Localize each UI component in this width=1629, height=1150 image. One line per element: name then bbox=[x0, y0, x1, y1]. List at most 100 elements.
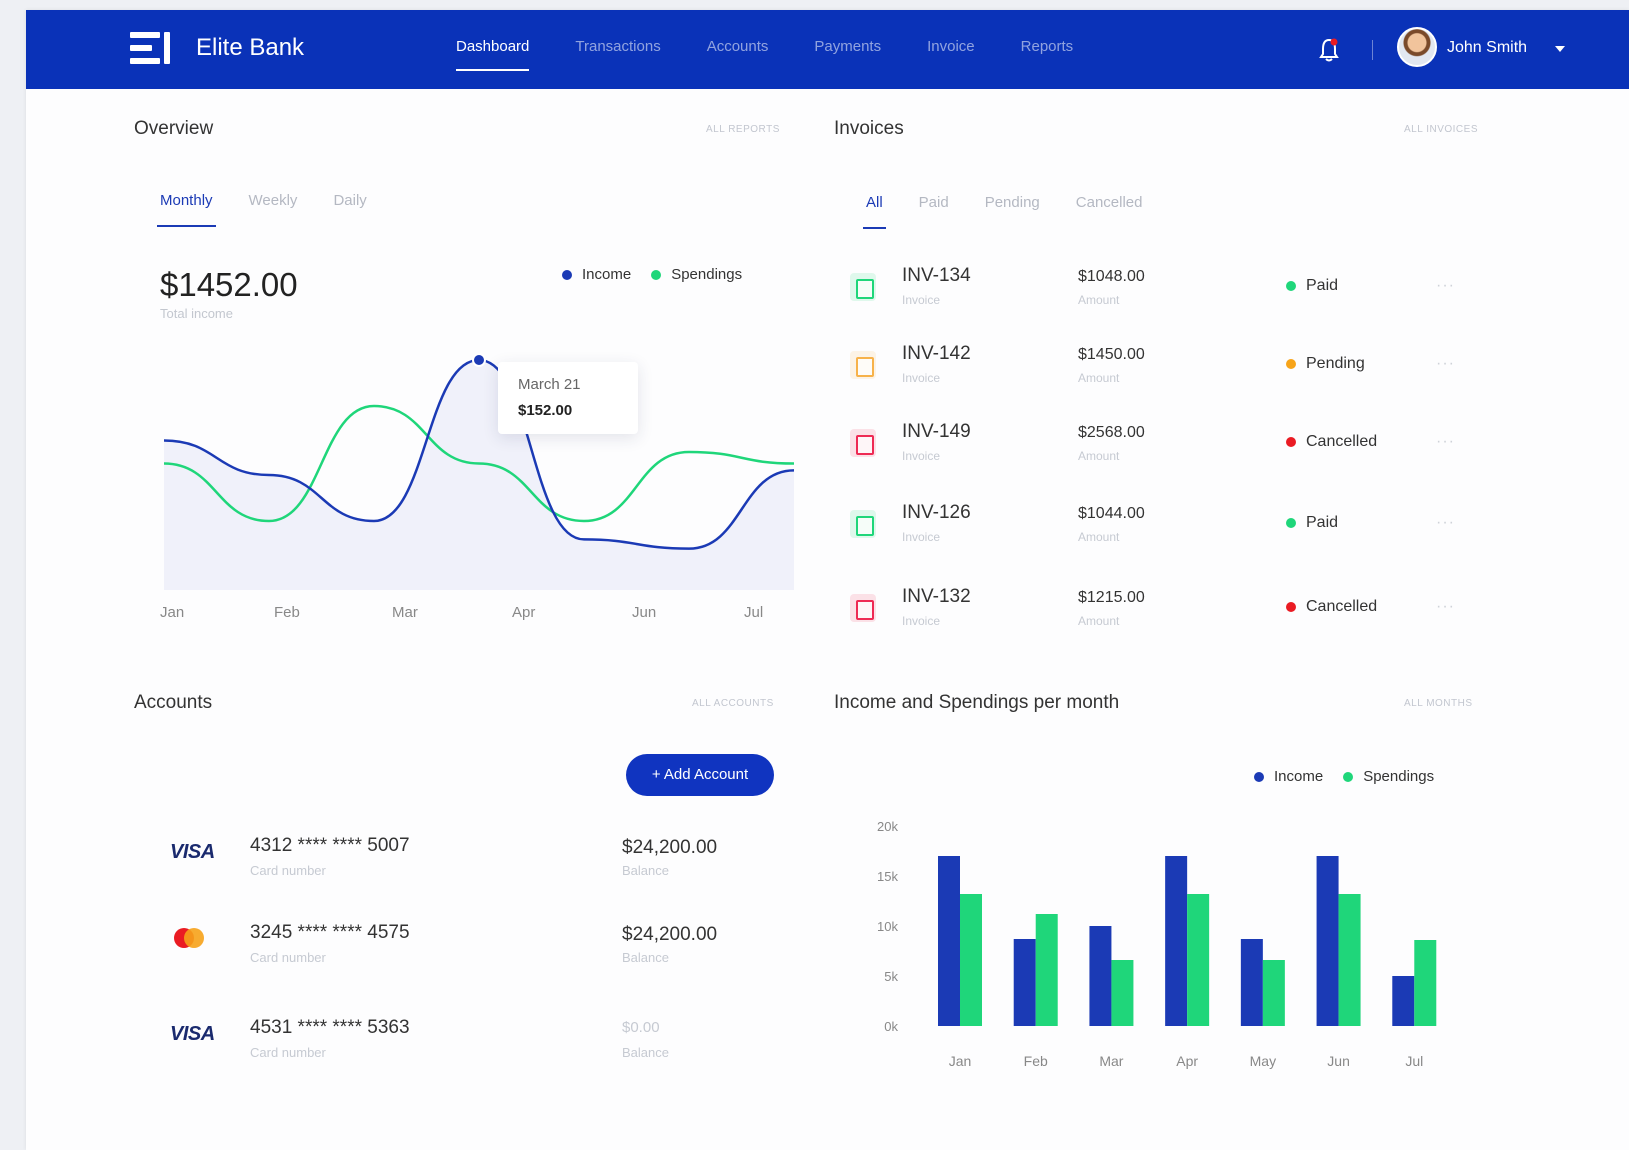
bar-income-feb[interactable] bbox=[1013, 939, 1036, 1026]
invoice-id: INV-142 bbox=[902, 343, 971, 364]
more-icon[interactable]: ··· bbox=[1436, 355, 1455, 373]
invoice-id-label: Invoice bbox=[902, 449, 941, 463]
invoice-id: INV-134 bbox=[902, 265, 971, 286]
overview-title: Overview bbox=[134, 118, 214, 139]
total-income-value: $1452.00 bbox=[160, 266, 298, 303]
y-tick-label: 15k bbox=[877, 869, 898, 884]
invoice-row[interactable]: INV-132 Invoice $1215.00 Amount Cancelled ··· bbox=[836, 586, 1516, 656]
invoice-row[interactable]: INV-126 Invoice $1044.00 Amount Paid ··· bbox=[836, 502, 1516, 572]
invoice-row[interactable]: INV-134 Invoice $1048.00 Amount Paid ··· bbox=[836, 265, 1516, 335]
bar-spendings-jun[interactable] bbox=[1338, 894, 1361, 1026]
invoice-status: Cancelled bbox=[1286, 433, 1377, 451]
x-tick-label: Jan bbox=[949, 1053, 972, 1069]
bar-income-mar[interactable] bbox=[1089, 926, 1112, 1026]
status-label: Cancelled bbox=[1306, 433, 1378, 450]
brand-name[interactable]: Elite Bank bbox=[196, 34, 304, 62]
bar-income-may[interactable] bbox=[1240, 939, 1263, 1026]
logo-icon[interactable] bbox=[130, 30, 176, 66]
status-dot bbox=[1286, 281, 1296, 291]
legend-income-dot bbox=[562, 269, 572, 280]
invoice-row[interactable]: INV-149 Invoice $2568.00 Amount Cancelled ··· bbox=[836, 421, 1516, 491]
invoice-status: Pending bbox=[1286, 355, 1365, 373]
overview-tabs: Monthly Weekly Daily bbox=[157, 192, 403, 227]
tab-pending[interactable]: Pending bbox=[985, 194, 1040, 229]
invoice-id-label: Invoice bbox=[902, 614, 941, 628]
overview-legend: Income Spendings bbox=[562, 266, 762, 283]
x-label-jan: Jan bbox=[160, 604, 185, 621]
bar-income-jun[interactable] bbox=[1316, 856, 1339, 1026]
nav-invoice[interactable]: Invoice bbox=[927, 10, 975, 89]
tooltip-value: $152.00 bbox=[518, 402, 573, 419]
bar-legend-income-dot bbox=[1254, 771, 1264, 782]
nav-payments[interactable]: Payments bbox=[814, 10, 881, 89]
legend-spendings: Spendings bbox=[651, 266, 742, 283]
tab-daily[interactable]: Daily bbox=[333, 192, 366, 227]
all-invoices-link[interactable]: ALL INVOICES bbox=[1404, 124, 1478, 135]
status-label: Cancelled bbox=[1306, 598, 1378, 615]
more-icon[interactable]: ··· bbox=[1436, 277, 1455, 295]
card-number: 4312 **** **** 5007 bbox=[250, 835, 410, 856]
tab-all[interactable]: All bbox=[863, 194, 886, 229]
invoice-file-icon bbox=[850, 510, 876, 538]
invoice-amount: $1450.00 bbox=[1078, 346, 1145, 363]
x-label-feb: Feb bbox=[274, 604, 300, 621]
bar-income-apr[interactable] bbox=[1165, 856, 1188, 1026]
income-spendings-bar-chart: 20k 15k 10k 5k 0k Jan Feb Mar Apr May Jun Jul bbox=[877, 819, 1437, 1069]
bar-spendings-mar[interactable] bbox=[1111, 960, 1134, 1026]
tab-cancelled[interactable]: Cancelled bbox=[1076, 194, 1143, 229]
more-icon[interactable]: ··· bbox=[1436, 514, 1455, 532]
all-accounts-link[interactable]: ALL ACCOUNTS bbox=[692, 698, 774, 709]
visa-icon: VISA bbox=[170, 1023, 215, 1045]
navbar-divider bbox=[1372, 40, 1373, 60]
invoice-id-label: Invoice bbox=[902, 293, 941, 307]
nav-dashboard[interactable]: Dashboard bbox=[456, 10, 530, 89]
bar-legend: Income Spendings bbox=[1254, 768, 1454, 785]
nav-reports[interactable]: Reports bbox=[1021, 10, 1074, 89]
bar-spendings-may[interactable] bbox=[1262, 960, 1285, 1026]
account-row[interactable]: VISA 4312 **** **** 5007 Card number $24… bbox=[140, 835, 780, 895]
bar-legend-income: Income bbox=[1254, 768, 1323, 785]
bar-spendings-jan[interactable] bbox=[960, 894, 982, 1026]
account-row[interactable]: VISA 4531 **** **** 5363 Card number $0.… bbox=[140, 1017, 780, 1077]
more-icon[interactable]: ··· bbox=[1436, 433, 1455, 451]
bar-income-jul[interactable] bbox=[1392, 976, 1415, 1026]
bell-icon[interactable] bbox=[1318, 37, 1340, 63]
invoice-amount: $2568.00 bbox=[1078, 424, 1145, 441]
invoice-id: INV-149 bbox=[902, 421, 971, 442]
bar-spendings-apr[interactable] bbox=[1187, 894, 1210, 1026]
all-reports-link[interactable]: ALL REPORTS bbox=[706, 124, 780, 135]
status-dot bbox=[1286, 602, 1296, 612]
bar-legend-spendings: Spendings bbox=[1343, 768, 1434, 785]
invoice-file-icon bbox=[850, 351, 876, 379]
nav-transactions[interactable]: Transactions bbox=[575, 10, 660, 89]
invoice-amount-label: Amount bbox=[1078, 293, 1120, 307]
more-icon[interactable]: ··· bbox=[1436, 598, 1455, 616]
y-tick-label: 5k bbox=[884, 969, 898, 984]
avatar[interactable] bbox=[1397, 27, 1437, 67]
invoice-amount-label: Amount bbox=[1078, 614, 1120, 628]
x-tick-label: Apr bbox=[1176, 1053, 1198, 1069]
account-row[interactable]: 3245 **** **** 4575 Card number $24,200.… bbox=[140, 922, 780, 982]
status-dot bbox=[1286, 518, 1296, 528]
caret-down-icon[interactable] bbox=[1555, 46, 1565, 52]
invoice-id: INV-126 bbox=[902, 502, 971, 523]
x-label-mar: Mar bbox=[392, 604, 418, 621]
invoice-amount-label: Amount bbox=[1078, 371, 1120, 385]
tab-monthly[interactable]: Monthly bbox=[157, 192, 216, 227]
nav-accounts[interactable]: Accounts bbox=[707, 10, 769, 89]
income-highlight-point[interactable] bbox=[472, 353, 486, 367]
bar-spendings-feb[interactable] bbox=[1035, 914, 1058, 1026]
all-months-link[interactable]: ALL MONTHS bbox=[1404, 698, 1473, 709]
bar-spendings-jul[interactable] bbox=[1414, 940, 1437, 1026]
add-account-button[interactable]: + Add Account bbox=[626, 754, 774, 796]
bar-income-jan[interactable] bbox=[938, 856, 960, 1026]
overview-line-chart bbox=[163, 353, 795, 590]
status-label: Paid bbox=[1306, 277, 1339, 294]
card-balance-label: Balance bbox=[622, 950, 669, 965]
card-balance-label: Balance bbox=[622, 863, 669, 878]
invoice-row[interactable]: INV-142 Invoice $1450.00 Amount Pending ··· bbox=[836, 343, 1516, 413]
status-label: Paid bbox=[1306, 514, 1339, 531]
user-name[interactable]: John Smith bbox=[1447, 39, 1527, 57]
tab-weekly[interactable]: Weekly bbox=[249, 192, 298, 227]
tab-paid[interactable]: Paid bbox=[919, 194, 949, 229]
